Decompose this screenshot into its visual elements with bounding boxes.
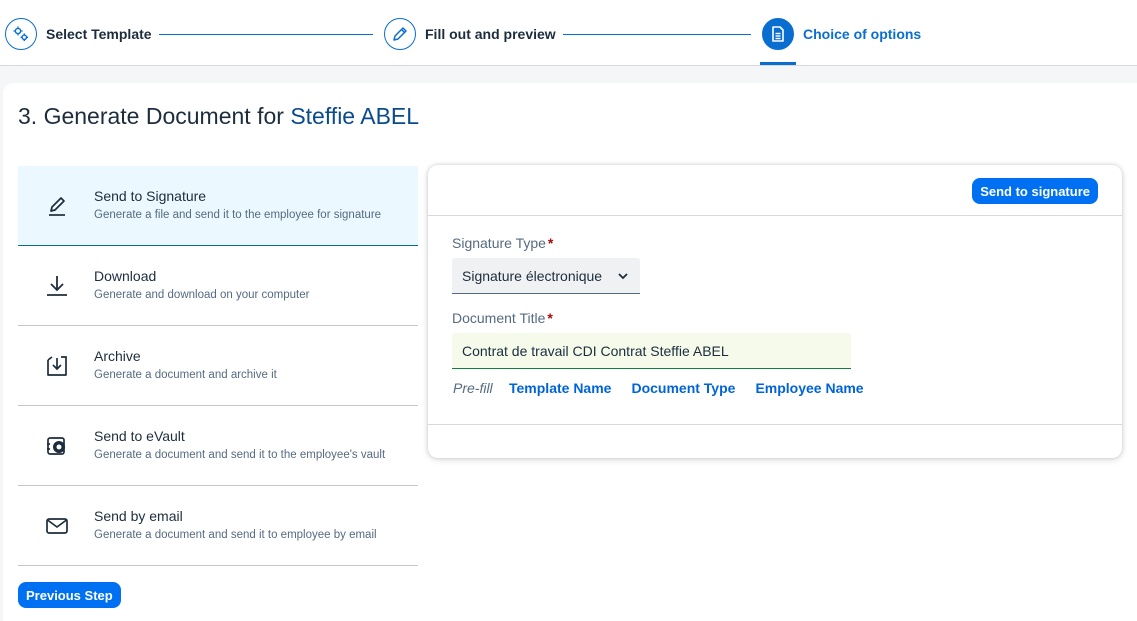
document-icon bbox=[762, 18, 794, 50]
card-footer-divider bbox=[428, 424, 1122, 425]
signature-type-label-text: Signature Type bbox=[452, 235, 546, 251]
chevron-down-icon bbox=[616, 269, 630, 286]
wizard-step-label: Choice of options bbox=[803, 26, 922, 42]
option-description: Generate a file and send it to the emplo… bbox=[94, 209, 382, 221]
option-send-to-evault[interactable]: Send to eVault Generate a document and s… bbox=[18, 406, 418, 486]
active-step-indicator bbox=[760, 62, 796, 65]
options-list: Send to Signature Generate a file and se… bbox=[18, 166, 418, 566]
option-title: Send to Signature bbox=[94, 188, 207, 204]
prefill-row: Pre-fill Template Name Document Type Emp… bbox=[453, 378, 884, 398]
signature-options-card: Send to signature Signature Type * Signat… bbox=[428, 165, 1122, 458]
wizard-step-choice-of-options[interactable]: Choice of options bbox=[762, 17, 921, 51]
option-description: Generate a document and send it to emplo… bbox=[94, 529, 377, 541]
prefill-employee-name-link[interactable]: Employee Name bbox=[755, 380, 863, 396]
option-description: Generate and download on your computer bbox=[94, 289, 310, 301]
document-title-label: Document Title * bbox=[452, 310, 553, 326]
option-title: Send by email bbox=[94, 508, 183, 524]
page-title: 3. Generate Document for Steffie ABEL bbox=[18, 103, 419, 130]
download-icon bbox=[44, 273, 70, 299]
email-icon bbox=[44, 513, 70, 539]
wizard-connector bbox=[159, 34, 373, 35]
option-send-to-signature[interactable]: Send to Signature Generate a file and se… bbox=[18, 166, 418, 246]
document-title-input[interactable]: Contrat de travail CDI Contrat Steffie A… bbox=[452, 333, 851, 369]
prefill-document-type-link[interactable]: Document Type bbox=[631, 380, 735, 396]
option-title: Send to eVault bbox=[94, 428, 185, 444]
document-title-value: Contrat de travail CDI Contrat Steffie A… bbox=[462, 342, 729, 359]
send-to-signature-button[interactable]: Send to signature bbox=[972, 178, 1098, 204]
option-description: Generate a document and archive it bbox=[94, 369, 277, 381]
required-marker: * bbox=[547, 310, 553, 326]
signature-type-value: Signature électronique bbox=[462, 267, 603, 284]
pen-icon bbox=[44, 193, 70, 219]
wizard-step-label: Fill out and preview bbox=[425, 26, 556, 42]
employee-name: Steffie ABEL bbox=[290, 103, 420, 129]
option-title: Download bbox=[94, 268, 157, 284]
page-title-prefix: 3. Generate Document for bbox=[18, 103, 284, 129]
gears-icon bbox=[5, 18, 37, 50]
signature-type-select[interactable]: Signature électronique bbox=[452, 258, 640, 294]
wizard-step-select-template[interactable]: Select Template bbox=[5, 17, 152, 51]
wizard-connector bbox=[563, 34, 751, 35]
option-description: Generate a document and send it to the e… bbox=[94, 449, 386, 461]
required-marker: * bbox=[547, 235, 554, 251]
option-send-by-email[interactable]: Send by email Generate a document and se… bbox=[18, 486, 418, 566]
main-panel: 3. Generate Document for Steffie ABEL Se… bbox=[3, 83, 1137, 621]
archive-icon bbox=[44, 353, 70, 379]
document-title-label-text: Document Title bbox=[452, 310, 546, 326]
prefill-template-name-link[interactable]: Template Name bbox=[509, 380, 611, 396]
wizard-step-fill-out[interactable]: Fill out and preview bbox=[384, 17, 556, 51]
wizard-header: Select Template Fill out and preview Cho… bbox=[0, 0, 1137, 66]
prefill-label: Pre-fill bbox=[453, 380, 493, 396]
option-archive[interactable]: Archive Generate a document and archive … bbox=[18, 326, 418, 406]
wizard-step-label: Select Template bbox=[46, 26, 152, 42]
previous-step-button[interactable]: Previous Step bbox=[18, 582, 121, 608]
card-toolbar: Send to signature bbox=[428, 165, 1122, 216]
edit-icon bbox=[384, 18, 416, 50]
option-download[interactable]: Download Generate and download on your c… bbox=[18, 246, 418, 326]
signature-type-label: Signature Type * bbox=[452, 235, 553, 251]
vault-icon bbox=[44, 433, 70, 459]
option-title: Archive bbox=[94, 348, 141, 364]
